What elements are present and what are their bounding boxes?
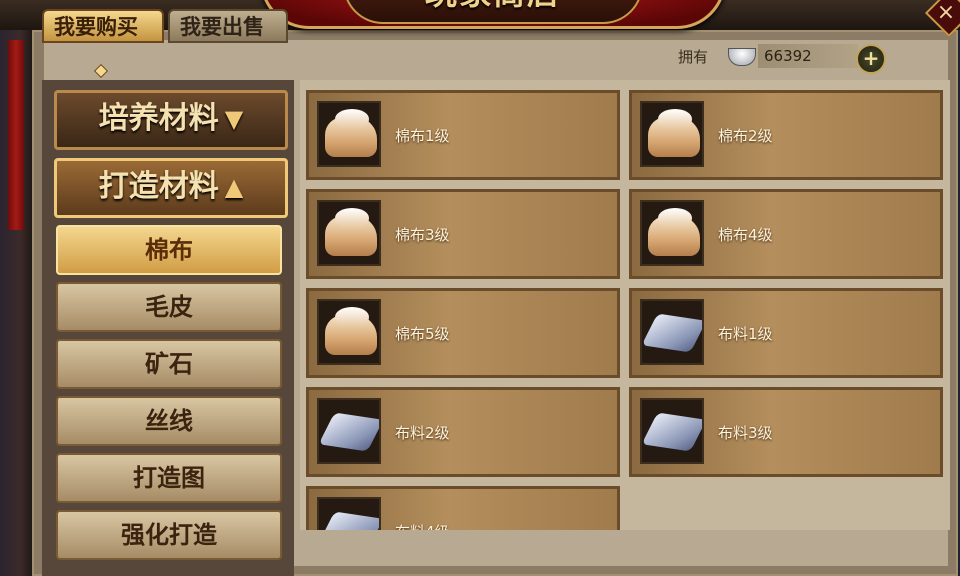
tab-sell[interactable]: 我要出售	[168, 9, 288, 43]
fabric-shape	[319, 511, 379, 530]
page-title: 玩家商店	[263, 0, 723, 14]
cotton-cloth-icon	[317, 200, 381, 266]
cloth-shape	[648, 109, 700, 157]
tab-buy[interactable]: 我要购买	[42, 9, 164, 43]
cotton-cloth-icon	[317, 101, 381, 167]
item-card[interactable]: 布料3级	[629, 387, 943, 477]
subcategory-enhance-crafting[interactable]: 强化打造	[56, 510, 282, 560]
subcategory-fur[interactable]: 毛皮	[56, 282, 282, 332]
item-card[interactable]: 布料4级	[306, 486, 620, 530]
cotton-cloth-icon	[640, 101, 704, 167]
fabric-shape	[319, 412, 379, 452]
item-name: 棉布1级	[395, 127, 450, 145]
item-name: 布料3级	[718, 424, 773, 442]
red-ribbon	[8, 40, 24, 230]
cloth-shape	[325, 307, 377, 355]
currency-label: 拥有	[678, 48, 709, 66]
title-banner: 玩家商店	[260, 0, 726, 29]
fabric-icon	[317, 497, 381, 530]
cloth-shape	[325, 109, 377, 157]
item-card[interactable]: 棉布1级	[306, 90, 620, 180]
category-crafting-materials[interactable]: 打造材料 ▲	[54, 158, 288, 218]
cotton-cloth-icon	[317, 299, 381, 365]
fabric-shape	[642, 412, 702, 452]
cloth-shape	[648, 208, 700, 256]
triangle-down-icon: ▼	[224, 105, 244, 133]
window-left-edge	[0, 0, 34, 576]
item-name: 棉布3级	[395, 226, 450, 244]
subcategory-cotton[interactable]: 棉布	[56, 225, 282, 275]
item-card[interactable]: 棉布4级	[629, 189, 943, 279]
item-name: 棉布4级	[718, 226, 773, 244]
item-name: 布料2级	[395, 424, 450, 442]
cloth-shape	[325, 208, 377, 256]
fabric-icon	[317, 398, 381, 464]
add-currency-button[interactable]: +	[856, 44, 886, 74]
item-card[interactable]: 棉布5级	[306, 288, 620, 378]
item-name: 布料4级	[395, 521, 450, 530]
subcategory-ore[interactable]: 矿石	[56, 339, 282, 389]
subcategory-silk-thread[interactable]: 丝线	[56, 396, 282, 446]
item-name: 布料1级	[718, 325, 773, 343]
item-name: 棉布2级	[718, 127, 773, 145]
item-name: 棉布5级	[395, 325, 450, 343]
item-card[interactable]: 布料1级	[629, 288, 943, 378]
fabric-shape	[642, 313, 702, 353]
item-card[interactable]: 棉布3级	[306, 189, 620, 279]
category-sidebar: 培养材料 ▼ 打造材料 ▲ 棉布 毛皮 矿石 丝线 打造图 强化打造	[42, 80, 294, 576]
category-label: 打造材料	[98, 169, 219, 204]
triangle-up-icon: ▲	[224, 173, 244, 201]
category-cultivation-materials[interactable]: 培养材料 ▼	[54, 90, 288, 150]
item-grid: 棉布1级 棉布2级 棉布3级 棉布4级 棉布5级 布料1级 布料2级 布料3级 …	[300, 80, 950, 530]
currency-amount: 66392	[764, 47, 812, 65]
fabric-icon	[640, 299, 704, 365]
category-label: 培养材料	[98, 101, 219, 136]
item-card[interactable]: 布料2级	[306, 387, 620, 477]
cotton-cloth-icon	[640, 200, 704, 266]
item-card[interactable]: 棉布2级	[629, 90, 943, 180]
close-icon[interactable]: ×	[934, 0, 958, 28]
subcategory-blueprint[interactable]: 打造图	[56, 453, 282, 503]
fabric-icon	[640, 398, 704, 464]
